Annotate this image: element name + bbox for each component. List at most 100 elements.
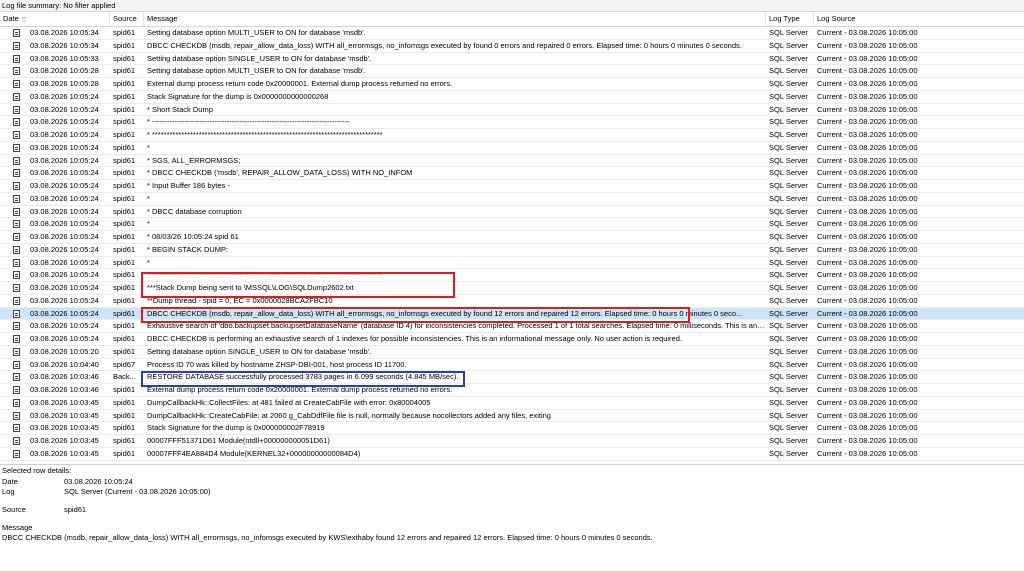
table-row[interactable]: 03.08.2026 10:05:28 spid61 Setting databas… xyxy=(0,65,1024,78)
column-header-date[interactable]: Date ▽ xyxy=(0,12,110,26)
cell-source: spid61 xyxy=(113,346,136,356)
table-row[interactable]: 03.08.2026 10:05:24 spid61 ***Stack Dump b… xyxy=(0,282,1024,295)
cell-log-type: SQL Server xyxy=(769,397,808,407)
cell-message: * 08/03/26 10:05:24 spid 61 xyxy=(147,232,239,241)
column-header-message[interactable]: Message xyxy=(144,12,766,26)
table-row[interactable]: 03.08.2026 10:05:24 spid61 * SQL Server Curr… xyxy=(0,142,1024,155)
cell-log-source: Current - 03.08.2026 10:05:00 xyxy=(817,104,918,114)
table-row[interactable]: 03.08.2026 10:05:24 spid61 * SGS, ALL_ERRO… xyxy=(0,155,1024,168)
table-row[interactable]: 03.08.2026 10:05:24 spid61 * Short Stack D… xyxy=(0,104,1024,117)
cell-source: spid61 xyxy=(113,308,136,318)
table-row[interactable]: 03.08.2026 10:05:28 spid61 External dump p… xyxy=(0,78,1024,91)
cell-log-type: SQL Server xyxy=(769,117,808,127)
column-header-log-type[interactable]: Log Type xyxy=(766,12,814,26)
cell-source: spid61 xyxy=(113,28,136,37)
cell-log-source: Current - 03.08.2026 10:05:00 xyxy=(817,53,918,63)
cell-message: 00007FFF4EA884D4 Module(KERNEL32+0000000… xyxy=(147,448,361,458)
table-row[interactable]: 03.08.2026 10:05:24 spid61 * SQL Server Curr… xyxy=(0,218,1024,231)
cell-message: ***Stack Dump being sent to \MSSQL\LOG\S… xyxy=(147,283,354,292)
cell-log-source: Current - 03.08.2026 10:05:00 xyxy=(817,397,918,407)
table-row[interactable]: 03.08.2026 10:05:20 spid61 Setting databas… xyxy=(0,346,1024,359)
cell-source: spid61 xyxy=(113,232,136,241)
cell-message: * BEGIN STACK DUMP: xyxy=(147,244,229,254)
cell-message: * **************************************… xyxy=(147,270,383,280)
cell-date: 03.08.2026 10:05:24 xyxy=(30,206,99,216)
cell-date: 03.08.2026 10:05:24 xyxy=(30,181,99,190)
cell-source: spid61 xyxy=(113,283,136,292)
cell-log-type: SQL Server xyxy=(769,244,808,254)
table-row[interactable]: 03.08.2026 10:05:24 spid61 * 08/03/26 10:0… xyxy=(0,231,1024,244)
table-row[interactable]: 03.08.2026 10:03:45 spid61 Stack Signature… xyxy=(0,422,1024,435)
cell-log-source: Current - 03.08.2026 10:05:00 xyxy=(817,168,918,178)
table-row[interactable]: 03.08.2026 10:05:24 spid61 * BEGIN STACK D… xyxy=(0,244,1024,257)
table-row[interactable]: 03.08.2026 10:05:34 spid61 DBCC CHECKDB (m… xyxy=(0,40,1024,53)
cell-source: spid61 xyxy=(113,40,136,50)
details-source-label: Source xyxy=(2,505,26,514)
cell-source: spid61 xyxy=(113,334,136,343)
table-row[interactable]: 03.08.2026 10:04:40 spid67 Process ID 70 w… xyxy=(0,359,1024,372)
cell-log-source: Current - 03.08.2026 10:05:00 xyxy=(817,130,918,139)
cell-message: 00007FFF51371D61 Module(ntdll+0000000000… xyxy=(147,436,330,445)
table-row[interactable]: 03.08.2026 10:05:24 spid61 * *************… xyxy=(0,269,1024,282)
table-row[interactable]: 03.08.2026 10:05:24 spid61 * SQL Server Curr… xyxy=(0,257,1024,270)
summary-text: Log file summary: No filter applied xyxy=(2,1,116,10)
table-row[interactable]: 03.08.2026 10:05:24 spid61 DBCC CHECKDB is… xyxy=(0,333,1024,346)
cell-log-source: Current - 03.08.2026 10:05:00 xyxy=(817,193,918,203)
cell-log-type: SQL Server xyxy=(769,385,808,394)
cell-log-type: SQL Server xyxy=(769,193,808,203)
table-row[interactable]: 03.08.2026 10:03:46 spid61 External dump p… xyxy=(0,384,1024,397)
cell-date: 03.08.2026 10:05:24 xyxy=(30,270,99,280)
column-header-log-source[interactable]: Log Source xyxy=(814,12,1024,26)
cell-date: 03.08.2026 10:05:24 xyxy=(30,257,99,267)
cell-log-type: SQL Server xyxy=(769,28,808,37)
table-row[interactable]: 03.08.2026 10:05:24 spid61 * *************… xyxy=(0,129,1024,142)
cell-date: 03.08.2026 10:05:24 xyxy=(30,168,99,178)
table-row[interactable]: 03.08.2026 10:05:24 spid61 Exhaustive sear… xyxy=(0,320,1024,333)
table-row[interactable]: 03.08.2026 10:03:45 spid61 DumpCallbackHk:… xyxy=(0,410,1024,423)
table-row[interactable]: 03.08.2026 10:03:45 spid61 DumpCallbackHk:… xyxy=(0,397,1024,410)
cell-log-source: Current - 03.08.2026 10:05:00 xyxy=(817,423,918,433)
table-row[interactable]: 03.08.2026 10:05:24 spid61 * Input Buffer … xyxy=(0,180,1024,193)
table-row[interactable]: 03.08.2026 10:05:34 spid61 Setting databas… xyxy=(0,27,1024,40)
cell-log-source: Current - 03.08.2026 10:05:00 xyxy=(817,385,918,394)
cell-date: 03.08.2026 10:05:24 xyxy=(30,321,99,331)
table-row[interactable]: 03.08.2026 10:05:24 spid61 DBCC CHECKDB (m… xyxy=(0,307,1024,321)
cell-log-type: SQL Server xyxy=(769,181,808,190)
cell-source: spid61 xyxy=(113,219,136,229)
cell-log-type: SQL Server xyxy=(769,40,808,50)
table-row[interactable]: 03.08.2026 10:05:24 spid61 * DBCC database… xyxy=(0,206,1024,219)
table-row[interactable]: 03.08.2026 10:05:24 spid61 * SQL Server Curr… xyxy=(0,193,1024,206)
cell-date: 03.08.2026 10:05:24 xyxy=(30,283,99,292)
cell-date: 03.08.2026 10:05:24 xyxy=(30,295,99,305)
table-row[interactable]: 03.08.2026 10:03:46 Back... RESTORE DATABA… xyxy=(0,371,1024,384)
table-row[interactable]: 03.08.2026 10:05:24 spid61 * -------------… xyxy=(0,116,1024,129)
cell-source: spid61 xyxy=(113,295,136,305)
cell-log-type: SQL Server xyxy=(769,53,808,63)
table-row[interactable]: 03.08.2026 10:05:33 spid61 Setting databas… xyxy=(0,53,1024,66)
cell-date: 03.08.2026 10:03:45 xyxy=(30,397,99,407)
cell-log-source: Current - 03.08.2026 10:05:00 xyxy=(817,436,918,445)
cell-message: * xyxy=(147,257,150,267)
sort-icon[interactable]: ▽ xyxy=(22,17,27,23)
cell-date: 03.08.2026 10:05:24 xyxy=(30,334,99,343)
column-message-label: Message xyxy=(147,14,178,23)
cell-log-source: Current - 03.08.2026 10:05:00 xyxy=(817,448,918,458)
cell-log-type: SQL Server xyxy=(769,206,808,216)
log-grid[interactable]: Date ▽ Source Message Log Type Log Source… xyxy=(0,12,1024,464)
column-header-source[interactable]: Source xyxy=(110,12,144,26)
table-row[interactable]: 03.08.2026 10:05:24 spid61 * DBCC CHECKDB … xyxy=(0,167,1024,180)
table-row[interactable]: 03.08.2026 10:03:45 spid61 00007FFF4EA884D… xyxy=(0,448,1024,461)
cell-log-type: SQL Server xyxy=(769,155,808,165)
table-row[interactable]: 03.08.2026 10:03:45 spid61 00007FFF51371D6… xyxy=(0,435,1024,448)
cell-source: spid61 xyxy=(113,181,136,190)
cell-date: 03.08.2026 10:03:45 xyxy=(30,423,99,433)
cell-message: * Short Stack Dump xyxy=(147,104,213,114)
details-date-value: 03.08.2026 10:05:24 xyxy=(64,477,133,486)
cell-date: 03.08.2026 10:05:24 xyxy=(30,142,99,152)
table-row[interactable]: 03.08.2026 10:05:24 spid61 **Dump thread -… xyxy=(0,295,1024,308)
cell-message: * DBCC database corruption xyxy=(147,206,242,216)
table-row[interactable]: 03.08.2026 10:05:24 spid61 Stack Signature… xyxy=(0,91,1024,104)
cell-message: * xyxy=(147,142,150,152)
cell-date: 03.08.2026 10:05:24 xyxy=(30,308,99,318)
cell-source: spid61 xyxy=(113,448,136,458)
